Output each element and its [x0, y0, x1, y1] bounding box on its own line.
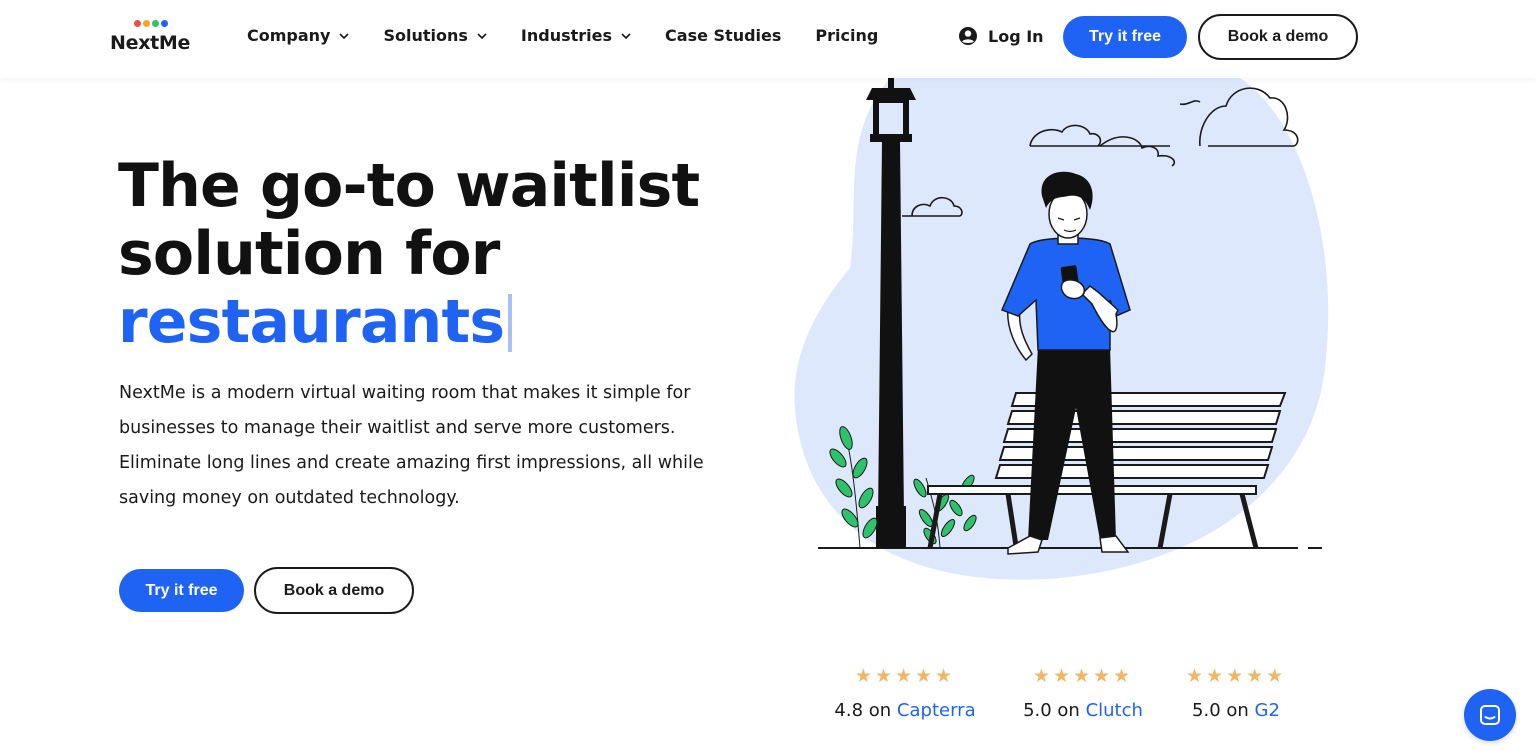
chat-launcher-button[interactable]: [1464, 689, 1516, 741]
logo-dots: [134, 20, 168, 27]
nav-item-case-studies[interactable]: Case Studies: [665, 26, 781, 45]
rating-source-link[interactable]: G2: [1255, 700, 1280, 721]
typing-caret: [508, 294, 513, 352]
star-rating: ★★★★★: [1186, 665, 1287, 687]
nav-item-industries[interactable]: Industries: [521, 26, 631, 45]
user-circle-icon: [959, 27, 977, 45]
rating-score: 5.0 on: [1023, 700, 1080, 721]
hero-illustration: [794, 78, 1329, 580]
rating-text: 4.8 on Capterra: [832, 700, 978, 721]
hero-title-line-3: restaurants: [118, 288, 699, 356]
nav-item-label: Company: [247, 26, 331, 45]
rating-source-link[interactable]: Clutch: [1086, 700, 1143, 721]
rating-score: 4.8 on: [834, 700, 892, 721]
try-free-button[interactable]: Try it free: [119, 569, 244, 612]
try-free-button-header[interactable]: Try it free: [1063, 16, 1187, 58]
login-label: Log In: [988, 26, 1044, 46]
rating-clutch: ★★★★★ 5.0 on Clutch: [1020, 664, 1146, 721]
nav-item-label: Case Studies: [665, 26, 782, 45]
nav-item-company[interactable]: Company: [247, 26, 350, 45]
hero-title-accent: restaurants: [118, 287, 505, 357]
nextme-logo[interactable]: NextMe: [110, 18, 200, 58]
rating-g2: ★★★★★ 5.0 on G2: [1186, 664, 1286, 721]
logo-text: NextMe: [110, 32, 191, 54]
nav-item-label: Solutions: [383, 26, 468, 45]
chevron-down-icon: [339, 31, 350, 41]
rating-capterra: ★★★★★ 4.8 on Capterra: [832, 664, 978, 721]
rating-text: 5.0 on G2: [1186, 700, 1286, 721]
star-rating: ★★★★★: [1032, 665, 1134, 687]
rating-text: 5.0 on Clutch: [1020, 700, 1146, 721]
star-rating: ★★★★★: [854, 665, 956, 687]
book-demo-button[interactable]: Book a demo: [254, 567, 414, 614]
chat-icon: [1480, 705, 1500, 725]
nav-item-label: Pricing: [815, 26, 879, 45]
hero-title-line-1: The go-to waitlist: [118, 151, 700, 221]
nav-item-pricing[interactable]: Pricing: [815, 26, 878, 45]
hero-title-line-2: solution for: [118, 219, 500, 289]
site-header: NextMe Company Solutions Industries Case…: [0, 0, 1536, 78]
main-nav: Company Solutions Industries Case Studie…: [247, 26, 912, 45]
hero-description: NextMe is a modern virtual waiting room …: [119, 383, 704, 508]
rating-score: 5.0 on: [1192, 700, 1249, 721]
hero-title: The go-to waitlist solution for restaura…: [118, 151, 700, 356]
nav-item-solutions[interactable]: Solutions: [383, 26, 487, 45]
nav-item-label: Industries: [520, 26, 613, 45]
book-demo-button-header[interactable]: Book a demo: [1198, 14, 1358, 60]
chevron-down-icon: [477, 31, 487, 41]
login-link[interactable]: Log In: [958, 26, 1044, 46]
rating-source-link[interactable]: Capterra: [897, 700, 976, 721]
chevron-down-icon: [621, 31, 631, 41]
